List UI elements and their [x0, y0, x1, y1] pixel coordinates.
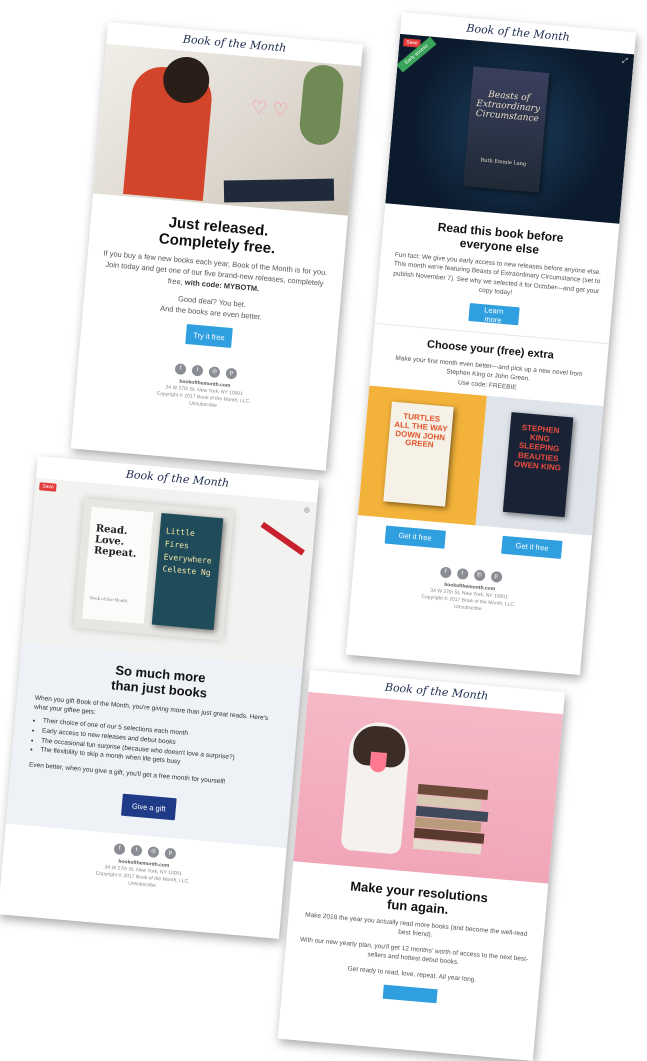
email-card-resolutions: Book of the Month Make your resolutions …	[277, 670, 566, 1061]
book-sleeping-beauties: STEPHEN KING SLEEPING BEAUTIES OWEN KING	[502, 411, 573, 518]
book-little-fires: Little Fires Everywhere Celeste Ng	[151, 512, 224, 630]
gift-content: So much more than just books When you gi…	[5, 642, 303, 849]
pinterest-icon[interactable]: p	[225, 368, 238, 380]
gift-box: Read. Love. Repeat. Book of the Month Li…	[73, 498, 234, 641]
learn-more-button[interactable]: Learn more	[467, 302, 520, 325]
twitter-icon[interactable]: t	[130, 844, 143, 857]
twitter-icon[interactable]: t	[456, 567, 469, 580]
extra-books: TURTLES ALL THE WAY DOWN JOHN GREEN STEP…	[357, 385, 604, 536]
book-little-fires-title: Little Fires Everywhere Celeste Ng	[162, 526, 213, 578]
email-card-gift: Book of the Month Save ⊕ Read. Love. Rep…	[0, 456, 319, 939]
expand-icon[interactable]: ⊕	[303, 505, 310, 515]
cta-button-partial[interactable]	[382, 984, 438, 1004]
dog	[340, 719, 412, 855]
twitter-icon[interactable]: t	[191, 365, 204, 377]
facebook-icon[interactable]: f	[439, 566, 452, 579]
ribbon-decoration	[260, 521, 305, 556]
book-beasts-author: Ruth Emmie Lang	[480, 157, 527, 168]
get-it-free-button-1[interactable]: Get it free	[384, 525, 446, 549]
hero-image-beasts: Save Early access ⤢ Beasts of Extraordin…	[385, 33, 635, 224]
email-card-just-released: Book of the Month ♡ ♡ Just released. Com…	[70, 22, 364, 471]
extra-book-turtles-panel: TURTLES ALL THE WAY DOWN JOHN GREEN	[357, 385, 487, 526]
book-king-title: STEPHEN KING SLEEPING BEAUTIES OWEN KING	[513, 422, 562, 473]
box-sub: Book of the Month	[89, 595, 128, 604]
facebook-icon[interactable]: f	[113, 843, 126, 856]
pinterest-icon[interactable]: p	[164, 847, 177, 860]
extra-book-king-panel: STEPHEN KING SLEEPING BEAUTIES OWEN KING	[475, 395, 604, 536]
pinterest-icon[interactable]: p	[490, 570, 503, 583]
get-it-free-button-2[interactable]: Get it free	[501, 535, 563, 559]
unsubscribe-link[interactable]: Unsubscribe	[454, 604, 482, 612]
hero-image-reader: ♡ ♡	[93, 43, 362, 216]
save-badge[interactable]: Save	[39, 482, 58, 492]
unsubscribe-link[interactable]: Unsubscribe	[128, 881, 156, 889]
book-stack	[412, 783, 490, 855]
book-beasts: Beasts of Extraordinary Circumstance Rut…	[463, 66, 550, 193]
book-beasts-title: Beasts of Extraordinary Circumstance	[475, 89, 541, 125]
box-lid-text: Read. Love. Repeat. Book of the Month	[82, 506, 154, 624]
facebook-icon[interactable]: f	[174, 363, 187, 376]
expand-icon[interactable]: ⤢	[622, 57, 628, 65]
book-turtles-title: TURTLES ALL THE WAY DOWN JOHN GREEN	[393, 411, 448, 450]
instagram-icon[interactable]: ◎	[147, 846, 160, 859]
book-turtles: TURTLES ALL THE WAY DOWN JOHN GREEN	[383, 401, 454, 507]
give-a-gift-button[interactable]: Give a gift	[120, 793, 177, 821]
try-it-free-button[interactable]: Try it free	[185, 324, 233, 349]
email-card-early-access: Book of the Month Save Early access ⤢ Be…	[345, 12, 637, 676]
hero-image-dog-books	[293, 691, 564, 884]
unsubscribe-link[interactable]: Unsubscribe	[189, 401, 217, 409]
instagram-icon[interactable]: ◎	[208, 366, 221, 379]
instagram-icon[interactable]: ◎	[473, 569, 486, 582]
hero-image-gift-box: Save ⊕ Read. Love. Repeat. Book of the M…	[21, 477, 318, 667]
box-slogan: Read. Love. Repeat.	[93, 523, 137, 560]
